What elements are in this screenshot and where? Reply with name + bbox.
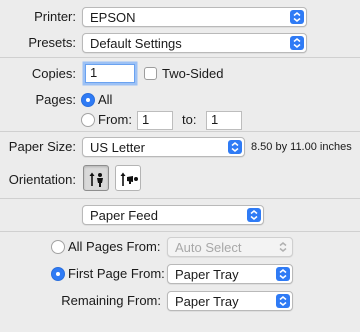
first-page-radio[interactable] (51, 267, 65, 281)
two-sided-checkbox[interactable] (144, 67, 157, 80)
remaining-label: Remaining From: (61, 293, 161, 308)
copies-label: Copies: (31, 66, 76, 81)
landscape-orientation-button[interactable] (115, 165, 141, 191)
pages-from-field[interactable]: 1 (137, 111, 173, 130)
updown-arrows-icon (290, 36, 304, 50)
all-pages-value: Auto Select (175, 240, 242, 255)
updown-arrows-icon (276, 240, 290, 254)
pages-from-radio[interactable] (81, 113, 95, 127)
pages-all-radio[interactable] (81, 93, 95, 107)
pages-from-label: From: (98, 112, 132, 127)
pages-to-label: to: (182, 112, 197, 127)
orientation-label: Orientation: (8, 172, 76, 187)
divider (0, 131, 360, 132)
remaining-popup[interactable]: Paper Tray (167, 291, 293, 311)
first-page-popup[interactable]: Paper Tray (167, 264, 293, 284)
two-sided-label: Two-Sided (162, 66, 224, 81)
all-pages-label: All Pages From: (68, 239, 161, 254)
portrait-orientation-icon (89, 172, 103, 187)
pages-label: Pages: (35, 92, 76, 107)
divider (0, 57, 360, 58)
paper-size-popup[interactable]: US Letter (82, 137, 245, 157)
updown-arrows-icon (247, 208, 261, 222)
updown-arrows-icon (290, 10, 304, 24)
first-page-value: Paper Tray (175, 267, 239, 282)
printer-value: EPSON (90, 10, 136, 25)
all-pages-radio[interactable] (51, 240, 65, 254)
presets-label: Presets: (28, 35, 76, 50)
paper-size-value: US Letter (90, 140, 145, 155)
divider (0, 231, 360, 232)
pages-all-label: All (98, 92, 113, 107)
all-pages-popup: Auto Select (167, 237, 293, 257)
landscape-orientation-icon (120, 172, 138, 186)
presets-value: Default Settings (90, 36, 182, 51)
presets-popup[interactable]: Default Settings (82, 33, 307, 53)
printer-label: Printer: (34, 9, 76, 24)
divider (0, 198, 360, 199)
paper-size-label: Paper Size: (8, 139, 76, 154)
updown-arrows-icon (228, 140, 242, 154)
first-page-label: First Page From: (68, 266, 165, 281)
pages-to-field[interactable]: 1 (206, 111, 242, 130)
portrait-orientation-button[interactable] (83, 165, 109, 191)
updown-arrows-icon (276, 294, 290, 308)
section-popup[interactable]: Paper Feed (82, 205, 264, 225)
updown-arrows-icon (276, 267, 290, 281)
copies-field[interactable]: 1 (85, 64, 135, 83)
paper-size-dimensions: 8.50 by 11.00 inches (251, 141, 352, 153)
remaining-value: Paper Tray (175, 294, 239, 309)
section-value: Paper Feed (90, 208, 158, 223)
printer-popup[interactable]: EPSON (82, 7, 307, 27)
